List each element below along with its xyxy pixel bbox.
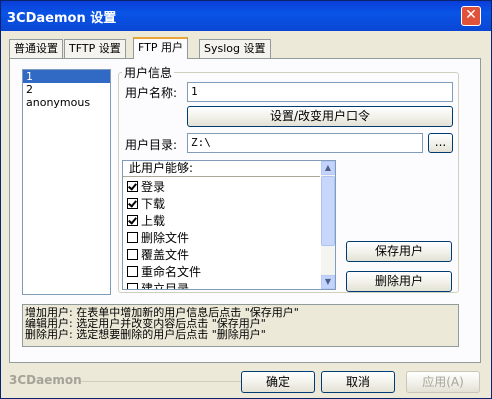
tab-tftp[interactable]: TFTP 设置 [64, 39, 126, 58]
close-button[interactable]: ✕ [461, 6, 481, 26]
permission-login[interactable]: 登录 [127, 179, 165, 195]
home-dir-input[interactable]: Z:\ [187, 133, 423, 153]
tab-general[interactable]: 普通设置 [9, 39, 63, 58]
brand-label: 3CDaemon [9, 373, 82, 387]
help-line-delete: 删除用户: 选定想要删除的用户后点击 "删除用户" [25, 329, 266, 340]
tab-syslog[interactable]: Syslog 设置 [199, 39, 271, 58]
save-user-button[interactable]: 保存用户 [346, 241, 452, 262]
permission-rename-files[interactable]: 重命名文件 [127, 264, 201, 280]
scroll-down-button[interactable]: ▼ [321, 275, 335, 289]
delete-user-button[interactable]: 删除用户 [346, 271, 452, 292]
help-text-box: 增加用户: 在表单中增加新的用户信息后点击 "保存用户" 编辑用户: 选定用户并… [22, 304, 459, 347]
title-bar[interactable]: 3CDaemon 设置 ✕ [1, 1, 491, 31]
checkbox-unchecked[interactable] [127, 266, 138, 277]
checkbox-unchecked[interactable] [127, 249, 138, 260]
settings-window: 3CDaemon 设置 ✕ 普通设置 TFTP 设置 FTP 用户 Syslog… [0, 0, 492, 399]
home-dir-label: 用户目录: [125, 138, 178, 152]
ok-button[interactable]: 确定 [241, 371, 315, 393]
permission-overwrite-files[interactable]: 覆盖文件 [127, 247, 189, 263]
scroll-thumb[interactable] [321, 176, 335, 246]
user-listbox[interactable]: 1 2 anonymous [22, 69, 111, 295]
checkbox-unchecked[interactable] [127, 232, 138, 243]
permission-delete-files[interactable]: 删除文件 [127, 230, 189, 246]
checkbox-unchecked[interactable] [127, 283, 138, 289]
checkbox-checked[interactable] [127, 215, 138, 226]
permissions-scrollbar[interactable]: ▲ ▼ [321, 161, 335, 289]
footer-divider [81, 381, 241, 382]
cancel-button[interactable]: 取消 [321, 371, 395, 393]
close-icon: ✕ [465, 7, 477, 23]
checkbox-checked[interactable] [127, 198, 138, 209]
tab-ftp-users[interactable]: FTP 用户 [133, 37, 188, 59]
user-list-item[interactable]: anonymous [23, 96, 110, 109]
username-label: 用户名称: [125, 86, 178, 100]
window-title: 3CDaemon 设置 [7, 11, 117, 26]
scroll-up-button[interactable]: ▲ [321, 161, 335, 175]
browse-button[interactable]: ... [428, 133, 453, 153]
chevron-down-icon: ▼ [324, 277, 332, 286]
checkbox-checked[interactable] [127, 181, 138, 192]
user-list-item[interactable]: 2 [23, 83, 110, 96]
permission-create-dir[interactable]: 建立目录 [127, 281, 189, 289]
permissions-list[interactable]: 此用户能够: 登录 下载 上载 删除文件 覆盖文件 重命名文件 建立目录 ▲ ▼ [122, 160, 336, 290]
user-list-item[interactable]: 1 [23, 70, 110, 83]
help-line-edit: 编辑用户: 选定用户并改变内容后点击 "保存用户" [25, 318, 266, 329]
chevron-up-icon: ▲ [324, 163, 332, 172]
permissions-header: 此用户能够: [123, 161, 320, 177]
permission-upload[interactable]: 上载 [127, 213, 165, 229]
user-info-group-title: 用户信息 [122, 64, 175, 81]
set-password-button[interactable]: 设置/改变用户口令 [187, 106, 453, 127]
username-input[interactable]: 1 [187, 82, 453, 102]
help-line-add: 增加用户: 在表单中增加新的用户信息后点击 "保存用户" [25, 307, 299, 318]
apply-button[interactable]: 应用(A) [406, 371, 480, 393]
permission-download[interactable]: 下载 [127, 196, 165, 212]
